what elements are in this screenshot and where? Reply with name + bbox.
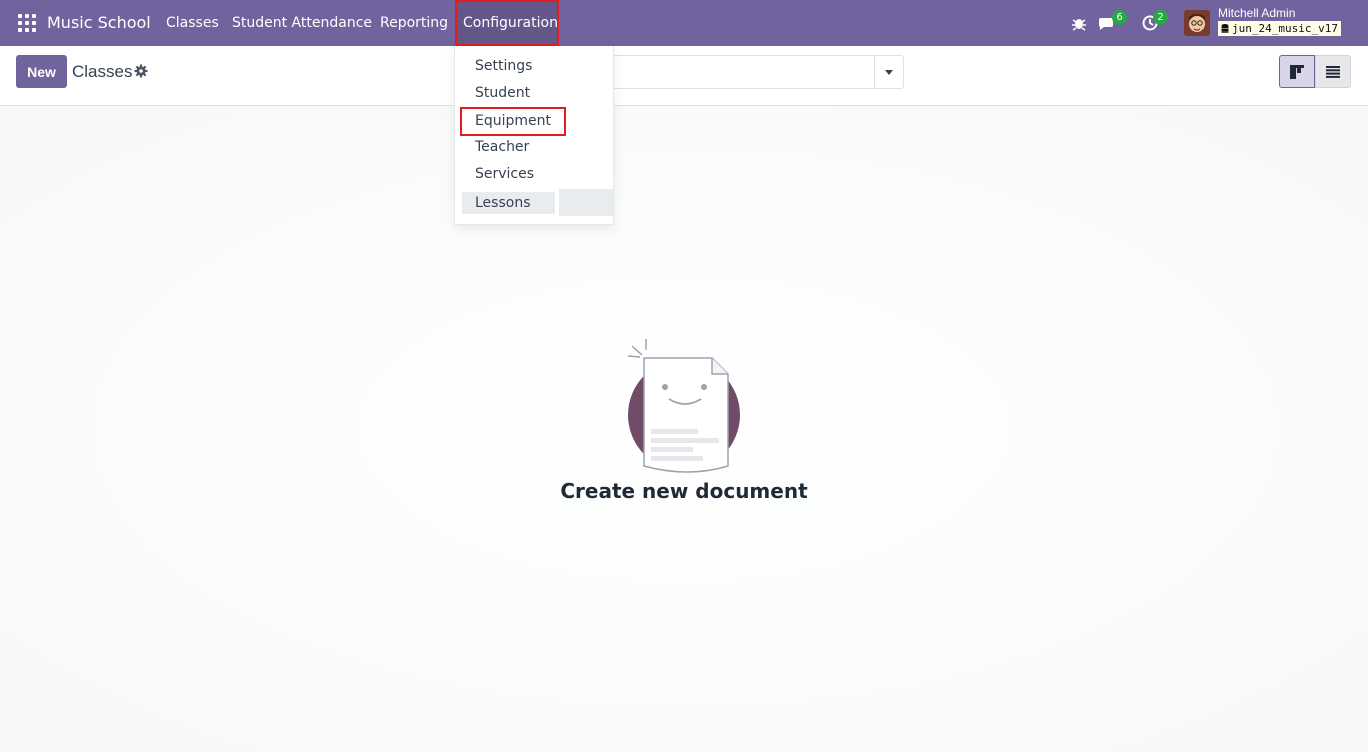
main-content: Create new document [0,106,1368,752]
top-navbar: Music School Classes Student Attendance … [0,0,1368,46]
user-name[interactable]: Mitchell Admin [1218,6,1295,20]
dropdown-item-student[interactable]: Student [475,82,530,104]
breadcrumb: Classes [72,62,133,81]
database-icon [1221,24,1229,33]
dropdown-item-equipment[interactable]: Equipment [460,107,566,136]
activities-badge: 2 [1153,10,1168,25]
menu-reporting[interactable]: Reporting [380,0,448,46]
kanban-view-button[interactable] [1279,55,1315,88]
hover-highlight [559,189,613,216]
search-input[interactable] [604,55,904,89]
menu-student-attendance[interactable]: Student Attendance [232,0,372,46]
dropdown-item-settings[interactable]: Settings [475,55,532,77]
app-brand[interactable]: Music School [47,0,151,46]
view-switcher [1279,55,1352,88]
caret-down-icon [885,69,893,75]
configuration-dropdown: Settings Student Equipment Teacher Servi… [454,46,614,225]
new-button[interactable]: New [16,55,67,88]
database-label: jun_24_music_v17 [1232,22,1338,35]
list-icon [1326,65,1340,78]
list-view-button[interactable] [1315,55,1351,88]
dropdown-item-services[interactable]: Services [475,163,534,185]
apps-menu-icon[interactable] [18,14,36,32]
gear-icon[interactable] [134,64,148,78]
messages-badge: 6 [1112,10,1127,25]
search-options-toggle[interactable] [874,56,903,88]
empty-document-illustration [627,339,740,473]
control-panel: New Classes [0,46,1368,106]
dropdown-item-lessons[interactable]: Lessons [462,192,555,214]
kanban-icon [1290,64,1304,79]
dropdown-item-teacher[interactable]: Teacher [475,136,529,158]
database-name: jun_24_music_v17 [1218,21,1341,36]
empty-state-title: Create new document [560,479,808,503]
menu-configuration[interactable]: Configuration [455,0,559,46]
user-avatar[interactable] [1184,10,1210,36]
menu-classes[interactable]: Classes [166,0,219,46]
debug-bug-icon[interactable] [1070,14,1088,32]
